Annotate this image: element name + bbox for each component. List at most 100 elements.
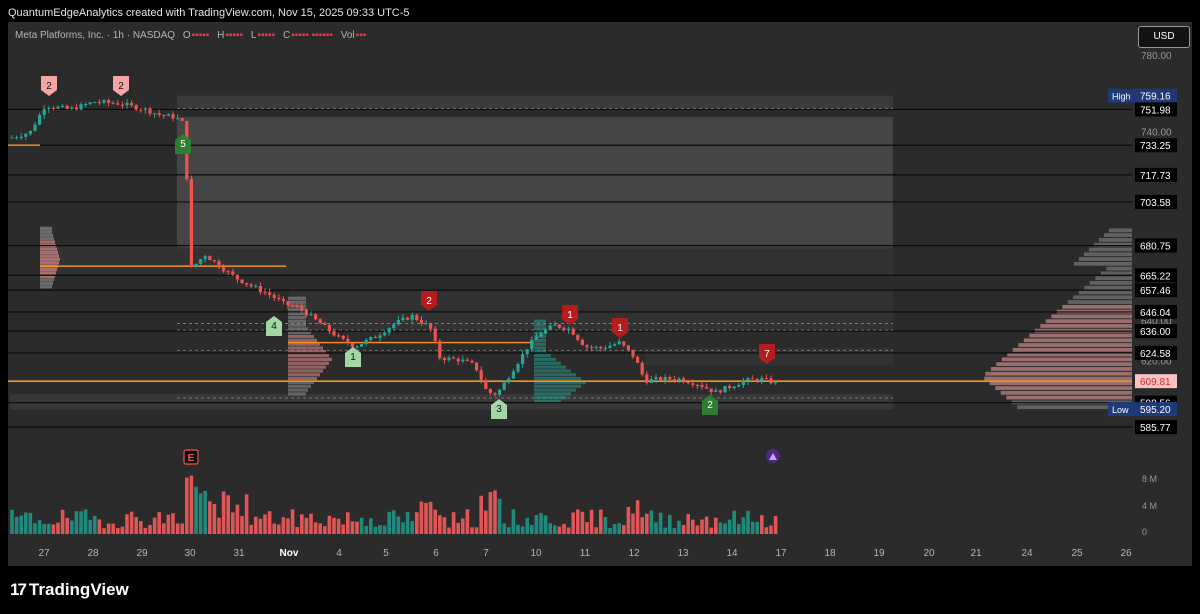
tradingview-logo[interactable]: 17 TradingView <box>10 580 129 600</box>
candle-body-93 <box>438 340 442 359</box>
time-axis-label-18: 20 <box>923 548 935 559</box>
volume-axis-tick-0: 8 M <box>1142 474 1157 484</box>
volume-bar-142 <box>663 527 667 534</box>
session-profile-c-20 <box>534 323 546 327</box>
volume-bar-128 <box>599 509 603 534</box>
candle-body-120 <box>562 327 566 330</box>
mid-zone-rect <box>290 289 893 332</box>
volume-bar-57 <box>272 523 276 534</box>
candle-body-24 <box>120 104 124 106</box>
volume-bar-50 <box>240 516 244 534</box>
volume-bar-144 <box>672 528 677 534</box>
candle-body-150 <box>700 385 704 387</box>
candle-body-98 <box>461 359 465 362</box>
candle-body-127 <box>594 347 598 349</box>
volume-bar-11 <box>60 509 65 534</box>
candle-body-0 <box>10 137 14 139</box>
volume-bar-5 <box>33 523 37 534</box>
volume-bar-137 <box>640 517 644 534</box>
session-profile-b-8 <box>288 361 329 365</box>
candle-body-26 <box>130 103 134 106</box>
volume-bar-35 <box>171 513 175 534</box>
candle-body-64 <box>304 309 308 316</box>
candle-body-50 <box>240 279 244 284</box>
candle-body-23 <box>116 103 120 105</box>
candle-body-49 <box>235 274 239 280</box>
profile-bar-4 <box>995 386 1132 390</box>
profile-bar-7 <box>985 371 1132 376</box>
profile-bar-15 <box>1029 333 1132 338</box>
candle-body-139 <box>649 379 653 383</box>
volume-axis-tick-2: 0 <box>1142 527 1147 537</box>
candle-body-159 <box>741 381 745 386</box>
candle-body-7 <box>42 109 46 115</box>
candle-body-155 <box>723 386 727 393</box>
session-profile-c-12 <box>534 354 551 358</box>
volume-bar-118 <box>553 525 557 534</box>
volume-bar-69 <box>327 515 332 534</box>
candle-body-122 <box>571 328 575 335</box>
candle-body-28 <box>139 109 143 111</box>
signal-label-1: 2 <box>118 81 124 92</box>
volume-bar-51 <box>244 494 249 534</box>
volume-bar-39 <box>189 475 194 534</box>
price-tag-0: High <box>1112 92 1131 102</box>
candle-body-140 <box>654 377 658 380</box>
session-profile-c-21 <box>534 319 546 323</box>
volume-bar-92 <box>433 509 437 534</box>
candle-body-16 <box>84 104 88 106</box>
volume-bar-106 <box>497 498 502 534</box>
volume-bar-54 <box>258 518 263 534</box>
candle-body-56 <box>268 292 272 295</box>
volume-bar-110 <box>516 524 520 534</box>
candle-body-115 <box>539 333 543 337</box>
profile-bar-2 <box>1006 395 1132 400</box>
candle-body-69 <box>327 324 331 332</box>
signal-label-6: 3 <box>496 404 502 415</box>
volume-bar-116 <box>543 515 548 534</box>
volume-bar-43 <box>208 501 212 534</box>
profile-bar-21 <box>1062 304 1132 309</box>
volume-bar-114 <box>534 514 539 534</box>
candle-body-10 <box>56 106 60 109</box>
volume-bar-29 <box>143 527 148 534</box>
candle-body-72 <box>341 335 345 339</box>
candle-body-60 <box>286 300 290 306</box>
volume-bar-154 <box>718 522 723 534</box>
volume-bar-127 <box>594 527 598 534</box>
session-profile-b-1 <box>288 388 308 392</box>
volume-bar-122 <box>571 512 575 534</box>
volume-bar-23 <box>116 528 120 534</box>
time-axis-label-21: 25 <box>1071 548 1083 559</box>
profile-bar-37 <box>1109 228 1132 233</box>
volume-bar-63 <box>300 514 304 534</box>
resistance-zone-rect <box>40 247 893 276</box>
price-label-7: 657.46 <box>1140 286 1171 297</box>
session-profile-a-17 <box>40 226 52 230</box>
session-profile-c-9 <box>534 365 566 369</box>
volume-bar-28 <box>139 521 143 534</box>
candle-body-152 <box>709 388 713 393</box>
profile-bar-12 <box>1012 347 1132 352</box>
volume-bar-88 <box>415 512 419 534</box>
price-axis-tick-0: 780.00 <box>1141 51 1172 62</box>
volume-bar-145 <box>677 520 681 534</box>
earnings-event-label: E <box>188 453 195 464</box>
candle-body-100 <box>470 360 474 363</box>
volume-bar-97 <box>456 522 460 534</box>
volume-bar-68 <box>323 526 327 534</box>
candle-body-40 <box>194 263 198 267</box>
session-profile-b-25 <box>288 296 306 300</box>
chart-canvas[interactable]: 2 2541231172E780.00740.00640.00620.00759.… <box>0 0 1200 614</box>
volume-bar-155 <box>723 523 727 534</box>
candle-body-55 <box>263 292 267 294</box>
session-profile-b-2 <box>288 384 311 388</box>
session-profile-c-10 <box>534 361 561 365</box>
volume-bar-109 <box>511 509 516 534</box>
session-profile-b-4 <box>288 376 317 381</box>
volume-bar-125 <box>585 522 589 534</box>
candle-body-59 <box>281 299 285 301</box>
candle-body-132 <box>617 341 621 345</box>
profile-bar-10 <box>1001 357 1132 362</box>
candle-body-116 <box>544 329 548 334</box>
